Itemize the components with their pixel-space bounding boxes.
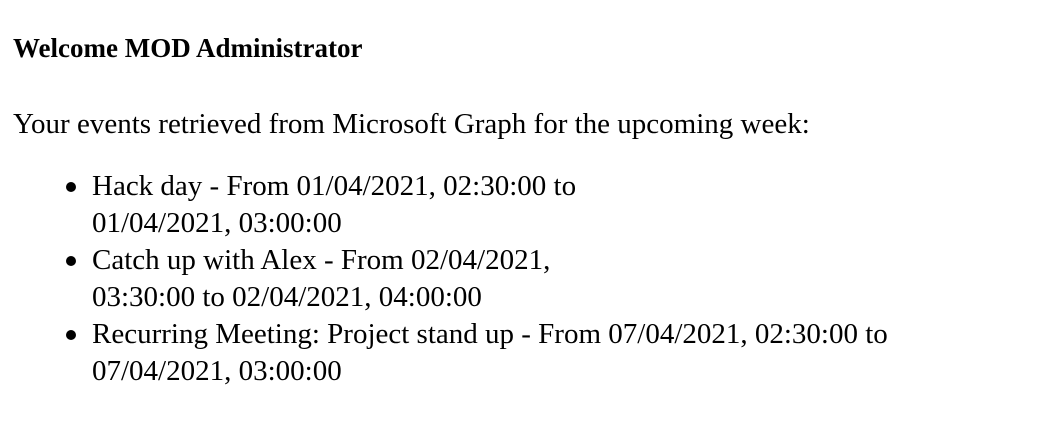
page-content: Welcome MOD Administrator Your events re… — [13, 0, 1033, 390]
events-intro-text: Your events retrieved from Microsoft Gra… — [13, 108, 810, 140]
bullet-dot-icon — [66, 256, 76, 266]
list-item: Hack day - From 01/04/2021, 02:30:00 to … — [66, 168, 652, 242]
list-item: Catch up with Alex - From 02/04/2021, 03… — [66, 242, 652, 316]
bullet-dot-icon — [66, 182, 76, 192]
event-text: Catch up with Alex - From 02/04/2021, 03… — [92, 244, 551, 313]
event-text: Recurring Meeting: Project stand up - Fr… — [92, 318, 888, 387]
list-item: Recurring Meeting: Project stand up - Fr… — [66, 316, 992, 390]
events-list: Hack day - From 01/04/2021, 02:30:00 to … — [13, 168, 1033, 390]
event-text: Hack day - From 01/04/2021, 02:30:00 to … — [92, 170, 577, 239]
welcome-heading: Welcome MOD Administrator — [13, 33, 363, 63]
bullet-dot-icon — [66, 330, 76, 340]
